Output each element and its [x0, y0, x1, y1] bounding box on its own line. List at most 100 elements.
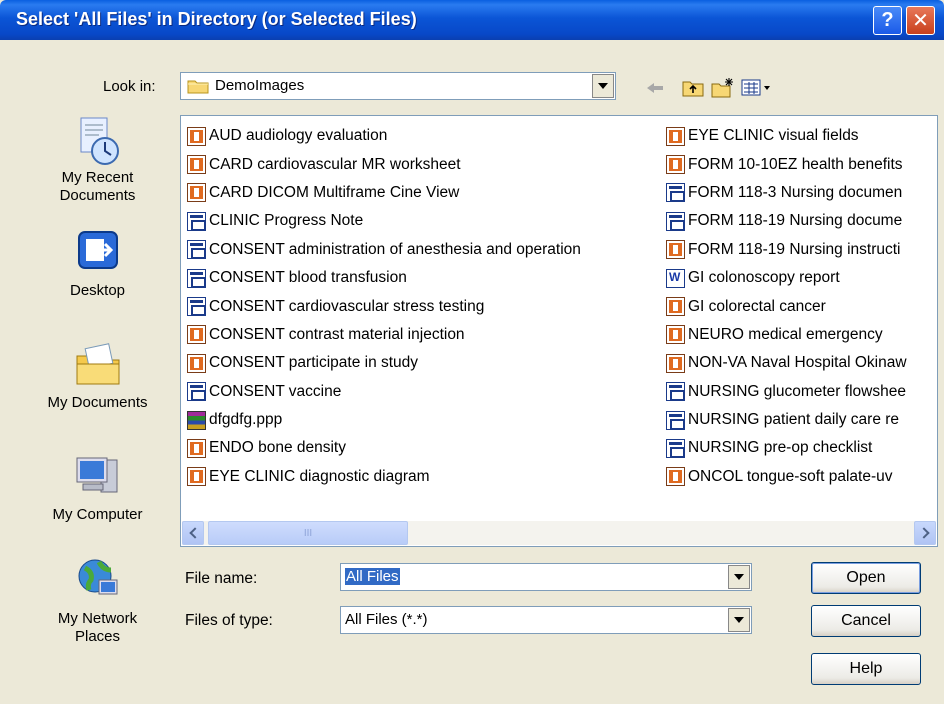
pdf-file-icon: [666, 126, 685, 146]
scroll-left-button[interactable]: [182, 521, 204, 545]
list-item[interactable]: CONSENT participate in study: [187, 349, 581, 377]
file-name: EYE CLINIC visual fields: [688, 127, 859, 145]
places-my-documents[interactable]: My Documents: [40, 340, 155, 412]
file-name-field[interactable]: All Files: [340, 563, 752, 591]
file-name: dfgdfg.ppp: [209, 411, 283, 429]
pdf-file-icon: [187, 438, 206, 458]
pdf-file-icon: [666, 155, 685, 175]
list-item[interactable]: EYE CLINIC diagnostic diagram: [187, 463, 581, 491]
places-my-computer[interactable]: My Computer: [40, 452, 155, 524]
file-name: FORM 118-19 Nursing instructi: [688, 240, 901, 258]
list-item[interactable]: NON-VA Naval Hospital Okinaw: [666, 349, 936, 377]
pdf-file-icon: [187, 467, 206, 487]
list-item[interactable]: CARD cardiovascular MR worksheet: [187, 150, 581, 178]
list-item[interactable]: dfgdfg.ppp: [187, 406, 581, 434]
new-folder-icon: [711, 78, 733, 98]
look-in-arrow[interactable]: [592, 74, 614, 98]
file-name: FORM 118-3 Nursing documen: [688, 183, 903, 201]
file-column-2: EYE CLINIC visual fields FORM 10-10EZ he…: [666, 122, 936, 491]
file-name: NURSING patient daily care re: [688, 411, 900, 429]
file-name: ENDO bone density: [209, 439, 346, 457]
list-item[interactable]: ENDO bone density: [187, 434, 581, 462]
form-file-icon: [187, 382, 206, 402]
list-item[interactable]: AUD audiology evaluation: [187, 122, 581, 150]
open-button[interactable]: Open: [811, 562, 921, 594]
places-my-recent-documents[interactable]: My Recent Documents: [40, 115, 155, 205]
dialog-title: Select 'All Files' in Directory (or Sele…: [16, 9, 417, 29]
horizontal-scrollbar[interactable]: III: [182, 521, 936, 545]
file-type-dropdown[interactable]: All Files (*.*): [340, 606, 752, 634]
up-folder-icon: [682, 81, 704, 97]
list-item[interactable]: FORM 10-10EZ health benefits: [666, 150, 936, 178]
file-name: NON-VA Naval Hospital Okinaw: [688, 354, 907, 372]
file-name: CLINIC Progress Note: [209, 212, 364, 230]
list-item[interactable]: CONSENT administration of anesthesia and…: [187, 236, 581, 264]
places-my-network[interactable]: My Network Places: [40, 556, 155, 646]
form-file-icon: [666, 410, 685, 430]
close-button[interactable]: ✕: [906, 6, 935, 35]
chevron-left-icon: [188, 527, 201, 539]
list-item[interactable]: NEURO medical emergency: [666, 321, 936, 349]
form-file-icon: [187, 297, 206, 317]
list-item[interactable]: ONCOL tongue-soft palate-uv: [666, 463, 936, 491]
places-label: My Computer: [52, 506, 143, 523]
help-title-button[interactable]: ?: [873, 6, 902, 35]
pdf-file-icon: [666, 325, 685, 345]
pdf-file-icon: [187, 155, 206, 175]
chevron-down-icon: [598, 83, 608, 89]
list-item[interactable]: NURSING pre-op checklist: [666, 434, 936, 462]
form-file-icon: [666, 438, 685, 458]
file-dialog: Select 'All Files' in Directory (or Sele…: [0, 0, 944, 704]
cancel-button[interactable]: Cancel: [811, 605, 921, 637]
desktop-icon: [73, 228, 123, 278]
list-item[interactable]: CONSENT blood transfusion: [187, 264, 581, 292]
list-item[interactable]: CONSENT cardiovascular stress testing: [187, 292, 581, 320]
scroll-right-button[interactable]: [914, 521, 936, 545]
view-menu-icon: [741, 79, 770, 96]
pdf-file-icon: [187, 353, 206, 373]
file-type-arrow[interactable]: [728, 608, 750, 632]
file-name: GI colonoscopy report: [688, 269, 840, 287]
up-folder-button[interactable]: [680, 76, 706, 100]
list-item[interactable]: FORM 118-3 Nursing documen: [666, 179, 936, 207]
file-name: ONCOL tongue-soft palate-uv: [688, 467, 893, 485]
list-item[interactable]: CLINIC Progress Note: [187, 207, 581, 235]
archive-file-icon: [187, 410, 206, 430]
help-button[interactable]: Help: [811, 653, 921, 685]
word-file-icon: [666, 268, 685, 288]
places-label: My Recent Documents: [59, 169, 136, 204]
recent-documents-icon: [73, 115, 123, 165]
scroll-thumb[interactable]: III: [208, 521, 408, 545]
list-item[interactable]: NURSING glucometer flowshee: [666, 378, 936, 406]
folder-icon: [187, 80, 209, 94]
list-item[interactable]: CONSENT contrast material injection: [187, 321, 581, 349]
form-file-icon: [666, 382, 685, 402]
form-file-icon: [187, 240, 206, 260]
list-item[interactable]: GI colorectal cancer: [666, 292, 936, 320]
file-list[interactable]: AUD audiology evaluation CARD cardiovasc…: [180, 115, 938, 547]
places-label: My Network Places: [57, 610, 138, 645]
file-name-arrow[interactable]: [728, 565, 750, 589]
list-item[interactable]: EYE CLINIC visual fields: [666, 122, 936, 150]
look-in-dropdown[interactable]: DemoImages: [180, 72, 616, 100]
list-item[interactable]: FORM 118-19 Nursing instructi: [666, 236, 936, 264]
back-button[interactable]: [642, 76, 668, 100]
list-item[interactable]: CONSENT vaccine: [187, 378, 581, 406]
view-menu-button[interactable]: [740, 76, 774, 100]
file-name: CONSENT vaccine: [209, 382, 342, 400]
file-name: EYE CLINIC diagnostic diagram: [209, 467, 430, 485]
list-item[interactable]: GI colonoscopy report: [666, 264, 936, 292]
file-type-value: All Files (*.*): [345, 611, 428, 628]
places-desktop[interactable]: Desktop: [40, 228, 155, 300]
pdf-file-icon: [666, 297, 685, 317]
form-file-icon: [187, 211, 206, 231]
list-item[interactable]: NURSING patient daily care re: [666, 406, 936, 434]
look-in-label: Look in:: [103, 78, 156, 95]
file-name-value: All Files: [345, 568, 400, 585]
list-item[interactable]: CARD DICOM Multiframe Cine View: [187, 179, 581, 207]
file-name: FORM 118-19 Nursing docume: [688, 212, 903, 230]
new-folder-button[interactable]: [710, 76, 736, 100]
title-bar: Select 'All Files' in Directory (or Sele…: [0, 0, 944, 40]
pdf-file-icon: [666, 240, 685, 260]
list-item[interactable]: FORM 118-19 Nursing docume: [666, 207, 936, 235]
